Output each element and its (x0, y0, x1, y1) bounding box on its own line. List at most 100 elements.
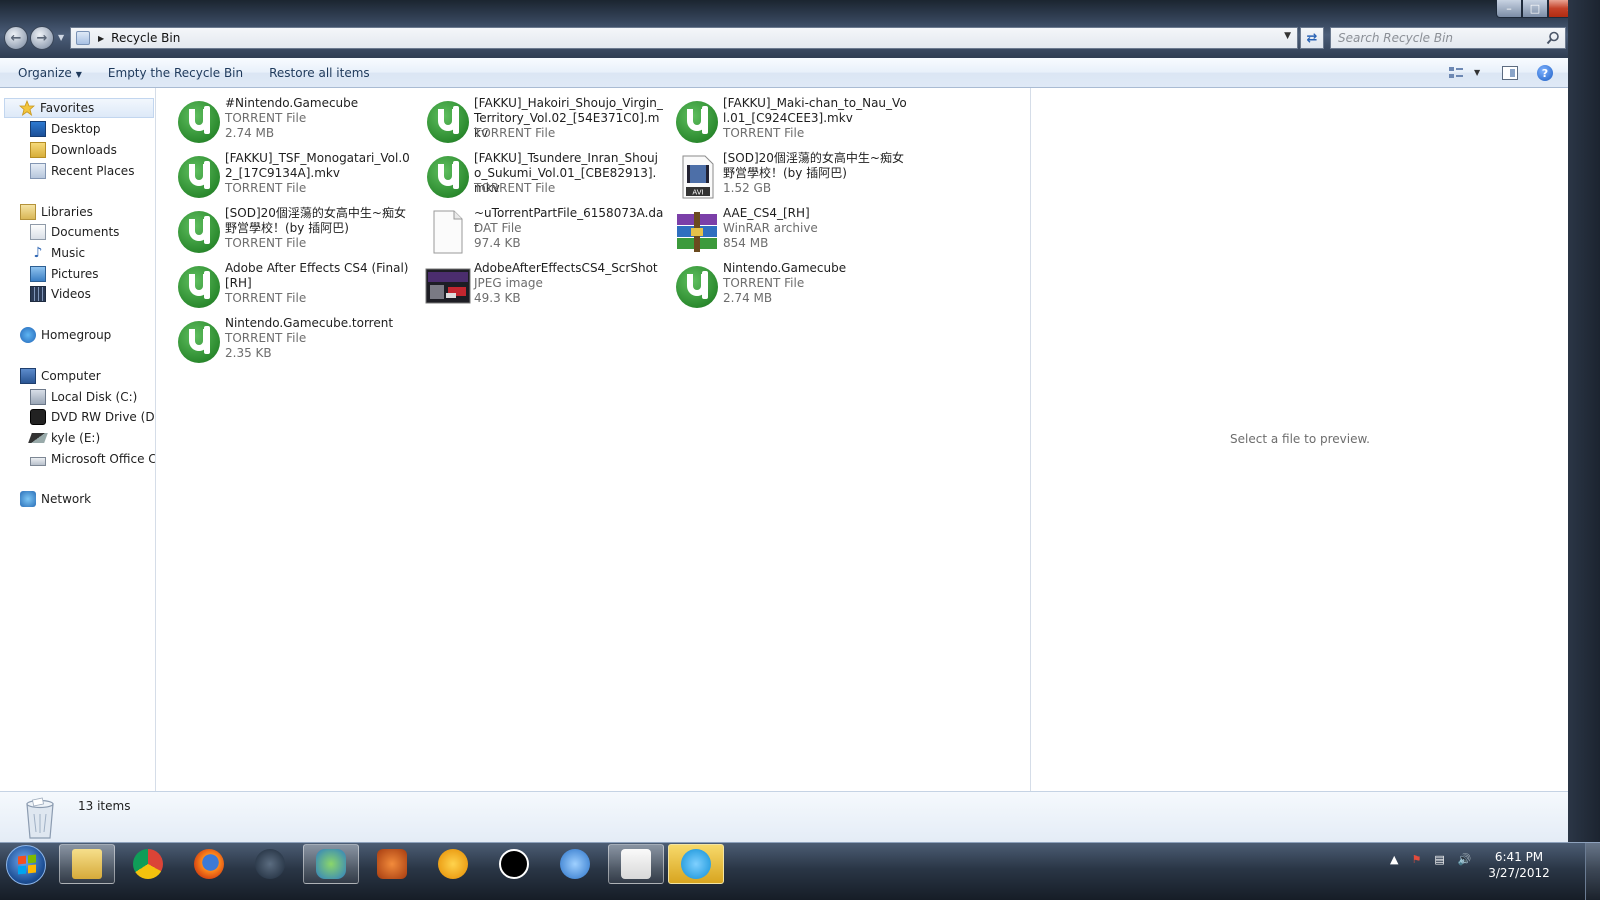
taskbar-button-ableton-live[interactable] (486, 844, 542, 884)
nav-dvd-drive-d[interactable]: DVD RW Drive (D:) E (30, 407, 155, 427)
blank-file-icon (424, 208, 472, 256)
file-item[interactable]: [SOD]20個淫蕩的女高中生~痴女野営學校！(by 插阿巴) TORRENT F… (175, 206, 423, 260)
show-hidden-icons-icon[interactable]: ▲ (1390, 853, 1398, 866)
file-type: TORRENT File (225, 111, 307, 125)
refresh-button[interactable]: ⇄ (1300, 27, 1324, 49)
nav-computer[interactable]: Computer (20, 366, 101, 386)
utorrent-icon (673, 98, 721, 146)
clock[interactable]: 6:41 PM 3/27/2012 (1480, 849, 1558, 881)
file-type: JPEG image (474, 276, 543, 290)
nav-desktop[interactable]: Desktop (30, 119, 101, 139)
nav-libraries-label: Libraries (41, 205, 93, 219)
taskbar-button-firefox[interactable] (181, 844, 237, 884)
nav-local-disk-c[interactable]: Local Disk (C:) (30, 387, 137, 407)
file-item[interactable]: #Nintendo.Gamecube TORRENT File 2.74 MB (175, 96, 423, 150)
file-size: 2.74 MB (723, 291, 773, 305)
volume-icon[interactable]: 🔊 (1458, 853, 1472, 866)
nav-desktop-label: Desktop (51, 122, 101, 136)
file-name: AAE_CS4_[RH] (723, 206, 810, 220)
nav-libraries[interactable]: Libraries (20, 202, 93, 222)
dvd-drive-icon (30, 409, 46, 425)
utorrent-icon (175, 263, 223, 311)
minimize-button[interactable]: – (1496, 0, 1522, 18)
nav-microsoft-office-click[interactable]: Microsoft Office Clic (30, 449, 155, 469)
view-options-dropdown-icon[interactable]: ▼ (1474, 68, 1480, 77)
file-item[interactable]: [FAKKU]_TSF_Monogatari_Vol.02_[17C9134A]… (175, 151, 423, 205)
utorrent-icon (175, 318, 223, 366)
recent-pages-dropdown[interactable]: ▼ (58, 33, 64, 42)
file-item[interactable]: Nintendo.Gamecube TORRENT File 2.74 MB (673, 261, 921, 315)
recent-places-icon (30, 163, 46, 179)
empty-recycle-bin-button[interactable]: Empty the Recycle Bin (100, 66, 251, 80)
taskbar-button-itunes[interactable] (547, 844, 603, 884)
nav-documents[interactable]: Documents (30, 222, 119, 242)
taskbar-button-chrome[interactable] (120, 844, 176, 884)
taskbar-button-java[interactable] (608, 844, 664, 884)
forward-button[interactable]: → (30, 26, 54, 50)
start-button[interactable] (6, 845, 46, 885)
ableton-live-icon (499, 849, 529, 879)
java-icon (621, 849, 651, 879)
pictures-icon (30, 266, 46, 282)
breadcrumb-chevron-icon[interactable]: ▶ (98, 34, 104, 43)
restore-all-items-button[interactable]: Restore all items (261, 66, 378, 80)
address-bar[interactable]: ▶ Recycle Bin ▼ (70, 27, 1298, 49)
file-type: TORRENT File (225, 181, 307, 195)
action-center-flag-icon[interactable]: ⚑ (1411, 853, 1421, 866)
file-item[interactable]: ~uTorrentPartFile_6158073A.dat DAT File 97… (424, 206, 672, 260)
nav-kyle-e[interactable]: kyle (E:) (28, 428, 100, 448)
documents-icon (30, 224, 46, 240)
file-name: Adobe After Effects CS4 (Final) [RH] (225, 261, 409, 290)
nav-homegroup[interactable]: Homegroup (20, 325, 111, 345)
file-type: TORRENT File (723, 276, 805, 290)
search-input[interactable] (1330, 27, 1566, 49)
file-item[interactable]: [FAKKU]_Maki-chan_to_Nau_Vol.01_[C924CEE… (673, 96, 921, 150)
breadcrumb-recycle-bin[interactable]: Recycle Bin (111, 31, 180, 45)
organize-menu-button[interactable]: Organize ▼ (10, 66, 90, 80)
svg-text:AVI: AVI (692, 189, 703, 197)
change-view-icon[interactable] (1448, 66, 1464, 80)
details-pane: 13 items (0, 791, 1568, 842)
preview-pane-toggle-icon[interactable] (1502, 66, 1518, 80)
file-item[interactable]: AVI [SOD]20個淫蕩的女高中生~痴女野営學校！(by 插阿巴) 1.52 G… (673, 151, 921, 205)
nav-music[interactable]: ♪ Music (30, 243, 86, 263)
nav-videos[interactable]: Videos (30, 284, 91, 304)
file-item[interactable]: [FAKKU]_Hakoiri_Shoujo_Virgin_Territory_… (424, 96, 672, 150)
taskbar-button-skype[interactable] (668, 844, 724, 884)
address-dropdown-icon[interactable]: ▼ (1284, 31, 1291, 41)
homegroup-icon (20, 327, 36, 343)
taskbar-button-reason[interactable] (364, 844, 420, 884)
removable-drive-icon (28, 433, 48, 443)
taskbar-button-messenger[interactable] (303, 844, 359, 884)
firefox-icon (194, 849, 224, 879)
taskbar-button-steam[interactable] (242, 844, 298, 884)
file-item[interactable]: Nintendo.Gamecube.torrent TORRENT File 2.3… (175, 316, 423, 370)
file-item[interactable]: [FAKKU]_Tsundere_Inran_Shoujo_Sukumi_Vol… (424, 151, 672, 205)
nav-favorites-label: Favorites (40, 101, 95, 115)
command-bar: Organize ▼ Empty the Recycle Bin Restore … (0, 58, 1568, 88)
downloads-folder-icon (30, 142, 46, 158)
utorrent-icon (673, 263, 721, 311)
taskbar-button-windows-explorer[interactable] (59, 844, 115, 884)
network-icon (20, 491, 36, 507)
refresh-icon: ⇄ (1306, 30, 1318, 46)
show-desktop-button[interactable] (1585, 843, 1600, 900)
file-item[interactable]: AdobeAfterEffectsCS4_ScrShot JPEG image 49… (424, 261, 672, 315)
nav-documents-label: Documents (51, 225, 120, 239)
desktop-background-strip (1568, 0, 1600, 842)
windows-explorer-icon (72, 849, 102, 879)
nav-favorites[interactable]: Favorites (4, 98, 154, 118)
file-type: TORRENT File (474, 126, 556, 140)
help-icon[interactable]: ? (1537, 65, 1553, 81)
nav-recent-places[interactable]: Recent Places (30, 161, 134, 181)
network-status-icon[interactable]: ▤ (1434, 853, 1444, 866)
maximize-button[interactable]: □ (1522, 0, 1548, 18)
file-item[interactable]: Adobe After Effects CS4 (Final) [RH] TORR… (175, 261, 423, 315)
nav-pictures[interactable]: Pictures (30, 264, 99, 284)
file-item[interactable]: AAE_CS4_[RH] WinRAR archive 854 MB (673, 206, 921, 260)
search-icon[interactable] (1546, 31, 1560, 45)
nav-network[interactable]: Network (20, 489, 91, 509)
back-button[interactable]: ← (4, 26, 28, 50)
taskbar-button-fl-studio[interactable] (425, 844, 481, 884)
nav-downloads[interactable]: Downloads (30, 140, 117, 160)
